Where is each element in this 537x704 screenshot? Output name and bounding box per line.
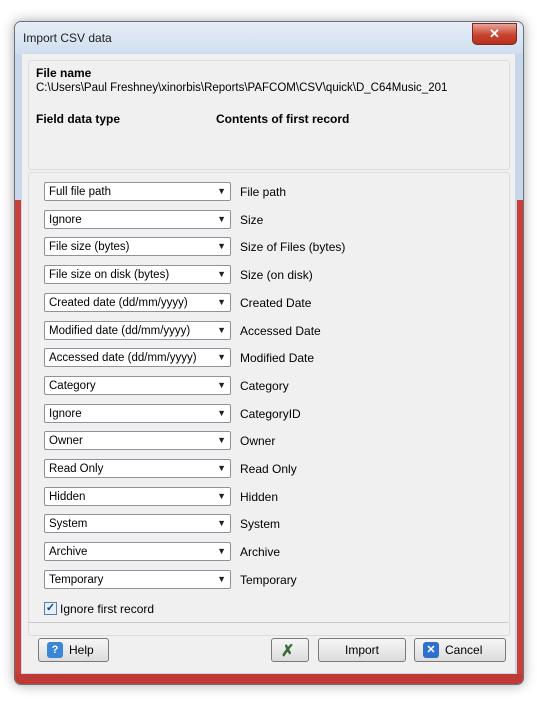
file-name-label: File name [36, 66, 92, 80]
field-type-dropdown[interactable]: Hidden ▼ [44, 486, 231, 506]
field-type-dropdown[interactable]: Temporary ▼ [44, 569, 231, 589]
chevron-down-icon: ▼ [217, 463, 226, 473]
first-record-value: CategoryID [240, 406, 301, 421]
chevron-down-icon: ▼ [217, 269, 226, 280]
chevron-down-icon: ▼ [217, 241, 226, 252]
field-type-dropdown[interactable]: File size on disk (bytes) ▼ [44, 265, 231, 285]
field-type-value: Archive [49, 546, 88, 559]
chevron-down-icon: ▼ [217, 296, 226, 307]
field-type-value: Created date (dd/mm/yyyy) [49, 296, 188, 309]
contents-first-record-header: Contents of first record [216, 112, 350, 126]
field-type-value: Full file path [49, 186, 112, 198]
chevron-down-icon: ▼ [217, 518, 226, 529]
field-type-value: File size (bytes) [49, 241, 130, 254]
import-button[interactable]: Import [318, 638, 406, 662]
close-button[interactable]: ✕ [472, 23, 517, 45]
field-data-type-header: Field data type [36, 112, 121, 126]
window-frame-right [517, 200, 523, 674]
window-frame-bottom [15, 674, 523, 684]
field-type-dropdown[interactable]: Owner ▼ [44, 431, 231, 451]
first-record-value: Created Date [240, 295, 312, 310]
help-button-label: Help [69, 643, 94, 657]
first-record-value: Archive [240, 545, 281, 560]
import-csv-dialog: Import CSV data ✕ File name C:\Users\Pau… [14, 21, 524, 685]
first-record-value: Owner [240, 434, 276, 449]
first-record-value: Accessed Date [240, 323, 321, 338]
first-record-value: Size [240, 212, 264, 227]
chevron-down-icon: ▼ [217, 324, 226, 335]
window-title: Import CSV data [23, 31, 112, 45]
field-type-value: Category [49, 379, 96, 392]
first-record-value: Temporary [240, 572, 297, 587]
field-type-dropdown[interactable]: File size (bytes) ▼ [44, 237, 231, 257]
chevron-down-icon: ▼ [217, 213, 226, 224]
field-type-value: System [49, 518, 88, 531]
chevron-down-icon: ▼ [217, 407, 226, 418]
first-record-value: File path [240, 185, 287, 199]
field-type-dropdown[interactable]: Ignore ▼ [44, 209, 231, 229]
window-frame-left [15, 200, 21, 674]
button-separator [29, 622, 508, 623]
first-record-value: Read Only [240, 462, 297, 476]
chevron-down-icon: ▼ [217, 490, 226, 501]
first-record-value: System [240, 517, 281, 532]
field-type-value: Modified date (dd/mm/yyyy) [49, 324, 191, 337]
chevron-down-icon: ▼ [217, 352, 226, 363]
field-type-dropdown[interactable]: System ▼ [44, 514, 231, 534]
ignore-first-record-label: Ignore first record [60, 602, 155, 616]
field-type-value: Accessed date (dd/mm/yyyy) [49, 352, 197, 365]
field-type-value: Owner [49, 435, 83, 448]
cancel-button-label: Cancel [445, 643, 483, 657]
chevron-down-icon: ▼ [217, 573, 226, 584]
field-type-value: File size on disk (bytes) [49, 269, 170, 282]
first-record-value: Hidden [240, 489, 279, 504]
chevron-down-icon: ▼ [217, 546, 226, 557]
file-path-text: C:\Users\Paul Freshney\xinorbis\Reports\… [36, 82, 448, 94]
help-icon: ? [47, 642, 63, 658]
first-record-value: Modified Date [240, 351, 315, 366]
field-type-dropdown[interactable]: Read Only ▼ [44, 459, 231, 478]
x-clear-icon: ✗ [281, 643, 295, 660]
import-button-label: Import [344, 643, 379, 657]
first-record-value: Size of Files (bytes) [240, 240, 346, 255]
field-type-value: Ignore [49, 213, 82, 226]
clear-button[interactable]: ✗ [271, 638, 309, 662]
field-type-dropdown[interactable]: Category ▼ [44, 375, 231, 395]
title-bar: Import CSV data ✕ [15, 22, 523, 54]
close-icon: ✕ [489, 26, 500, 41]
field-type-value: Read Only [49, 463, 104, 475]
first-record-value: Size (on disk) [240, 268, 313, 283]
dialog-client: File name C:\Users\Paul Freshney\xinorbi… [22, 54, 515, 673]
ignore-first-record-checkbox[interactable]: ✓ [44, 602, 57, 615]
field-type-dropdown[interactable]: Created date (dd/mm/yyyy) ▼ [44, 292, 231, 312]
cancel-button[interactable]: ✕ Cancel [414, 638, 506, 662]
cancel-icon: ✕ [423, 642, 439, 658]
chevron-down-icon: ▼ [217, 186, 226, 196]
chevron-down-icon: ▼ [217, 379, 226, 390]
field-type-value: Ignore [49, 407, 82, 420]
help-button[interactable]: ? Help [38, 638, 109, 662]
first-record-value: Category [240, 378, 289, 393]
chevron-down-icon: ▼ [217, 435, 226, 446]
field-type-value: Temporary [49, 573, 104, 586]
field-type-value: Hidden [49, 490, 86, 503]
field-type-dropdown[interactable]: Modified date (dd/mm/yyyy) ▼ [44, 320, 231, 340]
field-type-dropdown[interactable]: Ignore ▼ [44, 403, 231, 423]
field-type-dropdown[interactable]: Full file path ▼ [44, 182, 231, 201]
field-type-dropdown[interactable]: Accessed date (dd/mm/yyyy) ▼ [44, 348, 231, 368]
field-type-dropdown[interactable]: Archive ▼ [44, 542, 231, 562]
